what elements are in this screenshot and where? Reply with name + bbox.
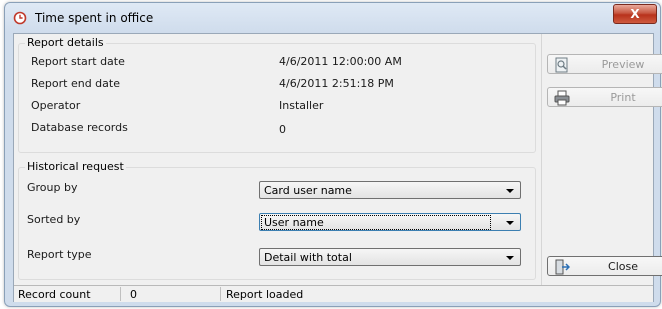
report-end-date-label: Report end date <box>31 77 120 90</box>
chevron-down-icon <box>506 189 514 193</box>
report-details-title: Report details <box>25 36 106 49</box>
title-bar: Time spent in office X <box>5 3 660 33</box>
report-type-value: Detail with total <box>264 251 352 264</box>
chevron-down-icon <box>506 221 514 225</box>
preview-label: Preview <box>601 58 645 71</box>
status-text: Report loaded <box>226 288 304 301</box>
group-by-select[interactable]: Card user name <box>259 181 521 199</box>
operator-label: Operator <box>31 99 81 112</box>
print-button[interactable]: Print <box>547 87 662 107</box>
historical-request-group: Historical request Group by Card user na… <box>18 160 536 280</box>
operator-value: Installer <box>279 99 324 112</box>
group-by-value: Card user name <box>264 184 352 197</box>
panel-divider <box>541 34 542 285</box>
historical-request-title: Historical request <box>25 160 126 173</box>
chevron-down-icon <box>506 256 514 260</box>
close-label: Close <box>608 260 638 273</box>
report-details-group: Report details Report start date 4/6/201… <box>18 36 536 153</box>
database-records-label: Database records <box>31 121 128 134</box>
record-count-label: Record count <box>18 288 91 301</box>
report-end-date-value: 4/6/2011 2:51:18 PM <box>279 77 394 90</box>
database-records-value: 0 <box>279 123 286 136</box>
dialog-window: Time spent in office X Report details Re… <box>4 2 662 307</box>
close-button[interactable]: Close <box>547 256 662 276</box>
print-label: Print <box>610 91 636 104</box>
record-count-value: 0 <box>130 288 137 301</box>
dialog-client: Report details Report start date 4/6/201… <box>13 33 662 302</box>
status-bar: Record count 0 Report loaded <box>14 285 653 302</box>
report-type-label: Report type <box>27 248 92 261</box>
window-close-button[interactable]: X <box>613 4 657 24</box>
report-type-select[interactable]: Detail with total <box>259 248 521 266</box>
status-separator <box>220 287 221 301</box>
sorted-by-select[interactable]: User name <box>259 213 521 231</box>
group-by-label: Group by <box>27 181 78 194</box>
report-start-date-label: Report start date <box>31 55 125 68</box>
status-separator <box>120 287 121 301</box>
preview-button[interactable]: Preview <box>547 54 662 74</box>
window-title: Time spent in office <box>35 11 154 25</box>
clock-icon <box>13 11 27 25</box>
report-start-date-value: 4/6/2011 12:00:00 AM <box>279 55 402 68</box>
sorted-by-label: Sorted by <box>27 213 81 226</box>
sorted-by-value: User name <box>261 215 491 230</box>
